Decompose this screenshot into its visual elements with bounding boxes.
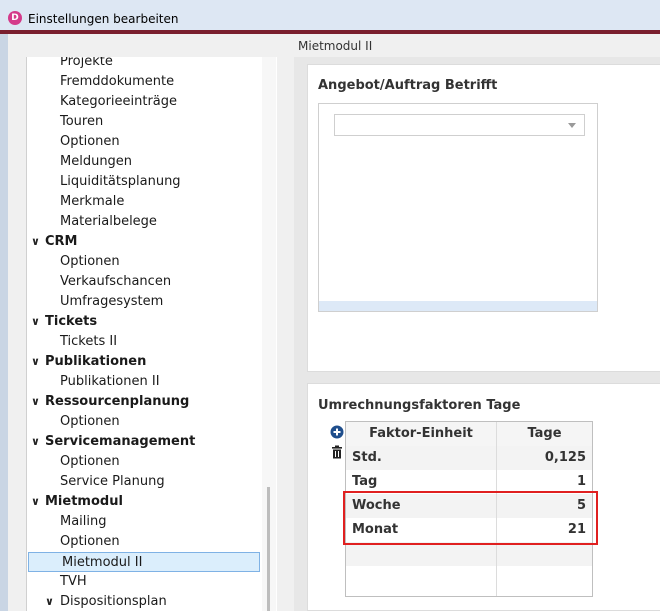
tree-item-label: CRM [45,234,78,249]
tree-item-label: Tickets [45,314,98,329]
tree-item-label: Optionen [60,254,120,269]
settings-tree[interactable]: Projekte Fremddokumente Kategorieeinträge T… [26,57,277,611]
window-title: Einstellungen bearbeiten [28,12,179,26]
tree-item[interactable]: Optionen [27,252,259,272]
tree-item[interactable]: Fremddokumente [27,72,259,92]
chevron-down-icon[interactable]: ∨ [31,232,41,252]
tree-item[interactable]: Mailing [27,512,259,532]
column-header-unit[interactable]: Faktor-Einheit [346,422,496,446]
tree-item[interactable]: Optionen [27,412,259,432]
highlight-annotation [343,491,598,545]
tree-item[interactable]: ∨ CRM [27,232,259,252]
tree-item[interactable]: Materialbelege [27,212,259,232]
angebot-select[interactable] [334,114,585,136]
cell-unit: Std. [352,450,382,465]
tree-item-label: Publikationen II [60,374,160,389]
tree-item-label: Kategorieeinträge [60,94,178,109]
tree-item[interactable]: ∨ Servicemanagement [27,432,259,452]
tree-item-label: Tickets II [60,334,118,349]
tree-item-label: TVH [60,574,87,589]
tree-scroll-thumb[interactable] [267,487,270,611]
chevron-down-icon[interactable]: ∨ [31,392,41,412]
tree-item[interactable]: ∨ Publikationen [27,352,259,372]
tree-item[interactable]: ∨ Tickets [27,312,259,332]
tab-mietmodul-ii[interactable]: Mietmodul II [298,39,372,53]
table-row-empty [346,566,592,590]
app-icon: D [8,11,22,25]
chevron-down-icon[interactable]: ∨ [31,352,41,372]
tree-item[interactable]: ∨ Dispositionsplan [27,592,259,611]
tree-item-label: Servicemanagement [45,434,196,449]
umrechnung-card-title: Umrechnungsfaktoren Tage [318,398,521,413]
table-row-empty [346,542,592,566]
tree-item-label: Touren [60,114,104,129]
tree-item-label: Liquiditätsplanung [60,174,181,189]
chevron-down-icon[interactable]: ∨ [31,432,41,452]
tree-item-label: Umfragesystem [60,294,164,309]
tree-item[interactable]: ∨ Mietmodul [27,492,259,512]
window-border [0,34,8,611]
title-bar: D Einstellungen bearbeiten [0,0,660,34]
cell-days: 0,125 [544,450,586,465]
list-footer [319,301,597,311]
trash-icon[interactable] [330,445,344,459]
tree-item-label: Projekte [60,57,113,69]
tree-item-label: Merkmale [60,194,125,209]
tree-item-label: Mietmodul II [62,555,143,570]
tree-item[interactable]: Service Planung [27,472,259,492]
table-row[interactable]: Std. 0,125 [346,446,592,470]
tree-item-label: Service Planung [60,474,165,489]
angebot-card-title: Angebot/Auftrag Betrifft [318,78,498,93]
tree-item[interactable]: Optionen [27,132,259,152]
tree-item-label: Publikationen [45,354,147,369]
tree-item[interactable]: Publikationen II [27,372,259,392]
tree-item-label: Optionen [60,454,120,469]
tree-item-label: Materialbelege [60,214,157,229]
tree-item-label: Meldungen [60,154,133,169]
tree-item-label: Optionen [60,134,120,149]
chevron-down-icon[interactable]: ∨ [45,592,55,611]
tree-scrollbar[interactable] [262,57,276,611]
tree-item-label: Optionen [60,414,120,429]
tree-item-label: Fremddokumente [60,74,175,89]
tree-item[interactable]: Tickets II [27,332,259,352]
tree-item[interactable]: Kategorieeinträge [27,92,259,112]
tree-item[interactable]: ∨ Ressourcenplanung [27,392,259,412]
tree-item[interactable]: Verkaufschancen [27,272,259,292]
tree-item[interactable]: Projekte [27,57,259,72]
tree-item-label: Optionen [60,534,120,549]
tree-item-label: Ressourcenplanung [45,394,190,409]
tree-item[interactable]: Meldungen [27,152,259,172]
chevron-down-icon[interactable] [568,123,576,128]
tree-item[interactable]: Umfragesystem [27,292,259,312]
tree-item-label: Mietmodul [45,494,123,509]
table-header: Faktor-Einheit Tage [346,422,592,447]
tree-item[interactable]: Touren [27,112,259,132]
tree-item[interactable]: Mietmodul II [28,552,260,572]
tree-item-label: Verkaufschancen [60,274,172,289]
column-header-days[interactable]: Tage [497,422,592,446]
tree-item-label: Mailing [60,514,107,529]
angebot-card: Angebot/Auftrag Betrifft [307,64,660,372]
chevron-down-icon[interactable]: ∨ [31,492,41,512]
tree-item[interactable]: Optionen [27,532,259,552]
tree-item[interactable]: TVH [27,572,259,592]
tree-item-label: Dispositionsplan [60,594,167,609]
add-row-icon[interactable] [330,425,344,439]
tree-item[interactable]: Merkmale [27,192,259,212]
tree-item[interactable]: Liquiditätsplanung [27,172,259,192]
chevron-down-icon[interactable]: ∨ [31,312,41,332]
tree-item[interactable]: Optionen [27,452,259,472]
